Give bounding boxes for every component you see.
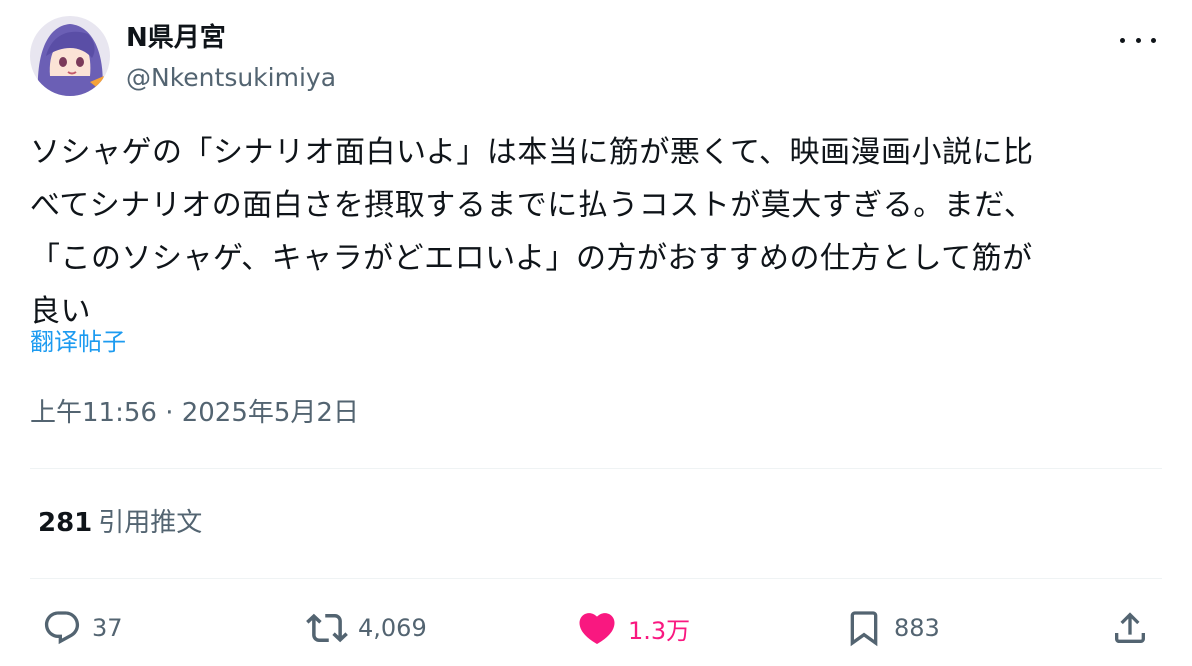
divider: [30, 578, 1162, 579]
repost-count: 4,069: [358, 614, 427, 642]
like-count: 1.3万: [628, 616, 691, 645]
action-bar: 37 4,069 1.3万 883: [0, 606, 1192, 650]
tweet-line: 良い: [30, 294, 91, 329]
share-button[interactable]: [1110, 606, 1150, 650]
tweet-line: ソシャゲの「シナリオ面白いよ」は本当に筋が悪くて、映画漫画小説に比: [30, 135, 1034, 170]
divider: [30, 468, 1162, 469]
tweet-line: 「このソシャゲ、キャラがどエロいよ」の方がおすすめの仕方として筋が: [30, 241, 1033, 276]
display-name[interactable]: N県月宮: [126, 22, 226, 54]
avatar[interactable]: [30, 16, 110, 96]
translate-link[interactable]: 翻译帖子: [30, 326, 126, 358]
like-icon: [579, 613, 615, 645]
more-icon[interactable]: [1120, 28, 1156, 52]
bookmark-button[interactable]: 883: [844, 606, 940, 650]
bookmark-count: 883: [894, 614, 940, 642]
quote-label: 引用推文: [98, 508, 203, 538]
tweet-text: ソシャゲの「シナリオ面白いよ」は本当に筋が悪くて、映画漫画小説に比 べてシナリオの…: [30, 126, 1160, 338]
reply-icon: [44, 611, 80, 645]
timestamp[interactable]: 上午11:56 · 2025年5月2日: [30, 396, 359, 430]
quote-count: 281: [38, 508, 93, 538]
reply-button[interactable]: 37: [42, 606, 123, 650]
bookmark-icon: [850, 611, 878, 647]
share-icon: [1115, 612, 1145, 643]
like-button[interactable]: 1.3万: [576, 606, 690, 650]
user-handle[interactable]: @Nkentsukimiya: [126, 62, 336, 94]
quote-stats[interactable]: 281 引用推文: [38, 506, 202, 540]
tweet-line: べてシナリオの面白さを摂取するまでに払うコストが莫大すぎる。まだ、: [30, 188, 1035, 223]
repost-icon: [306, 613, 348, 643]
tweet-header: N県月宮 @Nkentsukimiya: [30, 16, 1162, 102]
reply-count: 37: [92, 614, 123, 642]
repost-button[interactable]: 4,069: [306, 606, 427, 650]
